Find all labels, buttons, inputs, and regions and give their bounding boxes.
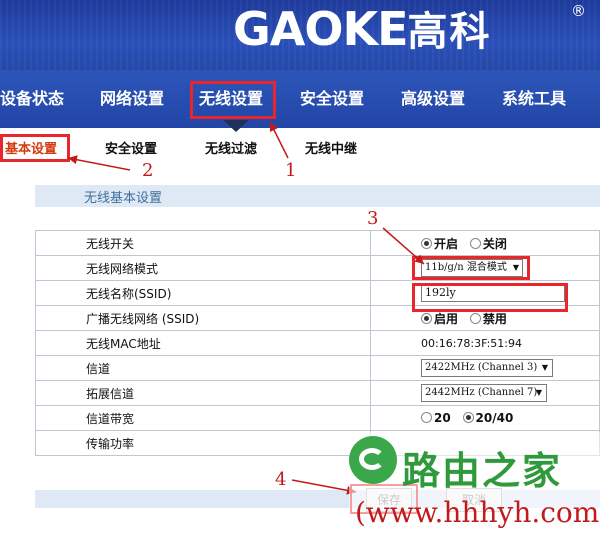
annotation-arrow-1 <box>269 121 289 159</box>
annotation-arrow-2 <box>67 155 131 171</box>
annotation-number-1: 1 <box>285 160 297 181</box>
watermark-logo-icon <box>349 436 397 484</box>
annotation-number-2: 2 <box>142 160 154 181</box>
annotation-number-4: 4 <box>275 469 287 490</box>
annotation-arrow-3 <box>382 227 425 265</box>
annotation-arrow-4 <box>291 479 357 495</box>
annotation-number-3: 3 <box>367 208 379 229</box>
watermark-site-name: 路由之家 <box>402 449 563 493</box>
watermark-url: (www.hhhyh.com) <box>355 496 600 529</box>
